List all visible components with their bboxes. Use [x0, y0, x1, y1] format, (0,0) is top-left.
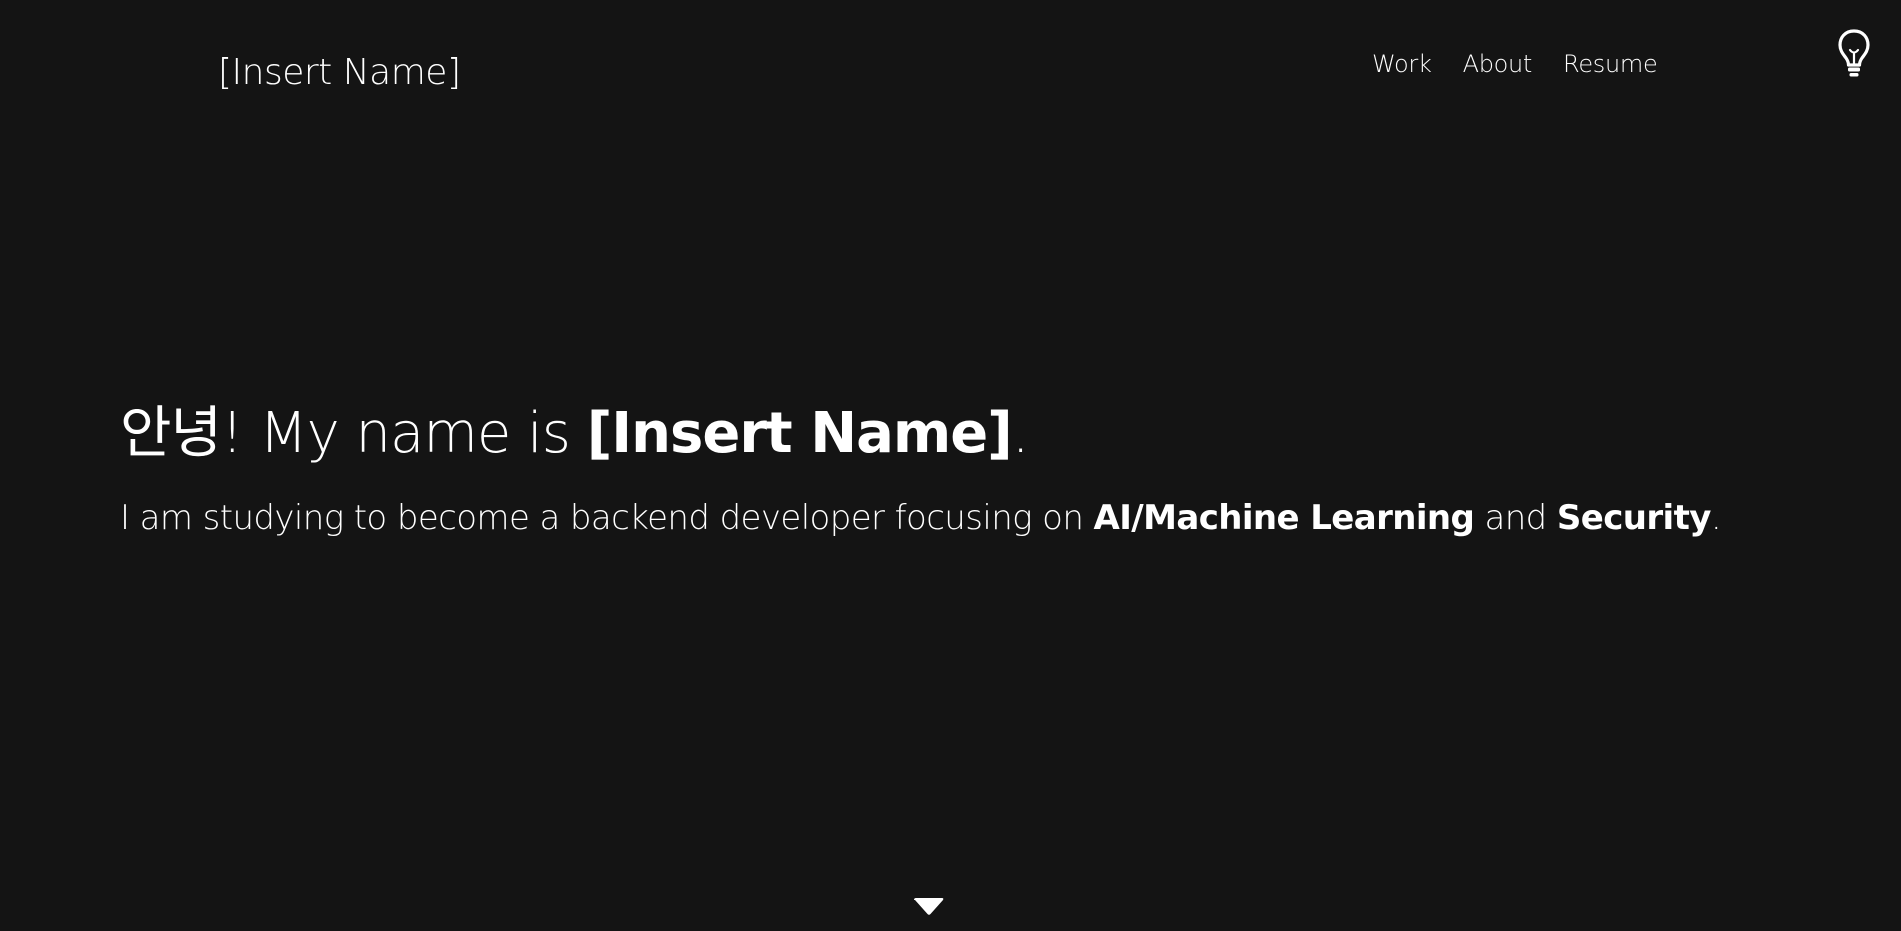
hero-title-end: . [1011, 401, 1030, 466]
theme-toggle-button[interactable] [1836, 28, 1872, 78]
hero-subtitle-intro: I am studying to become a backend develo… [120, 498, 1094, 538]
brand-logo-link[interactable]: [Insert Name] [218, 52, 461, 93]
hero-name: [Insert Name] [586, 401, 1013, 466]
hero-greeting: 안녕! My name is [120, 401, 587, 466]
main-nav: Work About Resume [1372, 50, 1658, 78]
nav-link-resume[interactable]: Resume [1563, 50, 1658, 78]
hero-focus-ai: AI/Machine Learning [1093, 498, 1475, 538]
hero-title: 안녕! My name is [Insert Name]. [120, 398, 1030, 470]
nav-link-about[interactable]: About [1463, 50, 1533, 78]
scroll-down-button[interactable] [913, 897, 945, 917]
nav-link-work[interactable]: Work [1372, 50, 1432, 78]
page: [Insert Name] Work About Resume 안녕! My n… [0, 0, 1901, 931]
hero-subtitle: I am studying to become a backend develo… [120, 494, 1722, 542]
chevron-down-icon [914, 898, 944, 915]
lightbulb-icon [1838, 29, 1870, 77]
hero-focus-security: Security [1556, 498, 1712, 538]
hero-subtitle-end: . [1710, 498, 1722, 538]
hero-subtitle-joiner: and [1474, 498, 1557, 538]
